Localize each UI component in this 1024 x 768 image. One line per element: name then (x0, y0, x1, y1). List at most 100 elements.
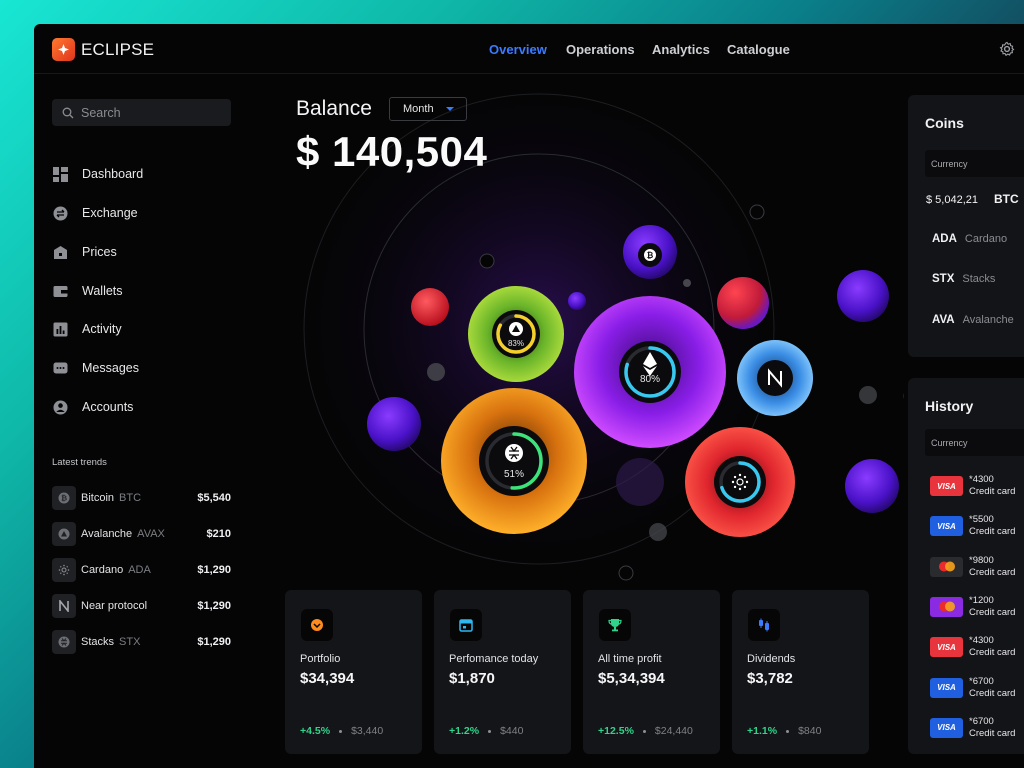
mastercard-icon (930, 556, 963, 577)
visa-card-icon: VISA (930, 476, 963, 496)
card-type: Credit card (969, 647, 1016, 659)
history-title: History (925, 398, 974, 414)
card-number: *1200 (969, 594, 994, 606)
period-dropdown-label: Month (403, 103, 434, 115)
search-bar[interactable] (52, 99, 231, 126)
near-bubble[interactable] (757, 360, 793, 396)
sidebar-item-accounts[interactable]: Accounts (52, 397, 133, 417)
bitcoin-icon: ₿ (52, 486, 76, 510)
sidebar-item-label: Accounts (82, 400, 134, 414)
avalanche-icon (52, 522, 76, 546)
visa-card-icon: VISA (930, 717, 963, 738)
eth-percent-label: 80% (640, 374, 660, 385)
trend-item-near-protocol[interactable]: Near protocol $1,290 (52, 594, 231, 618)
sidebar-item-exchange[interactable]: Exchange (52, 203, 138, 223)
stat-card-portfolio[interactable]: Portfolio $34,394 +4.5% $3,440 (285, 590, 422, 754)
portfolio-icon (301, 609, 333, 641)
wallet-icon (52, 283, 68, 299)
card-number: *5500 (969, 514, 994, 526)
stacks-icon (52, 630, 76, 654)
search-input[interactable] (81, 105, 221, 120)
balance-value: $ 140,504 (296, 128, 488, 175)
trophy-icon (599, 609, 631, 641)
card-type: Credit card (969, 606, 1016, 618)
eclipse-logo-icon (52, 38, 75, 61)
calendar-icon (450, 609, 482, 641)
svg-text:₿: ₿ (61, 494, 67, 503)
card-number: *4300 (969, 635, 994, 647)
stat-card-all-time-profit[interactable]: All time profit $5,34,394 +12.5% $24,440 (583, 590, 720, 754)
stx-icon (505, 444, 523, 462)
coin-row[interactable]: AVA Avalanche (932, 314, 1014, 326)
sidebar-item-wallets[interactable]: Wallets (52, 281, 123, 301)
balance-title: Balance (296, 97, 372, 120)
app-window: ECLIPSE Overview Operations Analytics Ca… (34, 24, 1024, 768)
history-row[interactable]: VISA *6700 Credit card (930, 714, 1015, 742)
mastercard-icon (930, 596, 963, 617)
sidebar-item-label: Wallets (82, 284, 123, 298)
trend-item-stacks[interactable]: Stacks STX $1,290 (52, 630, 231, 654)
history-panel: History Currency VISA *4300 Credit card VIS… (908, 378, 1024, 754)
coins-panel: Coins Currency $ 5,042,21 BTC ADA Cardano… (908, 95, 1024, 357)
sidebar-item-label: Activity (82, 322, 122, 336)
stat-card-performance[interactable]: Perfomance today $1,870 +1.2% $440 (434, 590, 571, 754)
search-icon (62, 107, 74, 118)
coins-title: Coins (925, 115, 964, 131)
prices-icon (52, 244, 68, 260)
latest-trends-title: Latest trends (52, 457, 107, 468)
sidebar-item-messages[interactable]: Messages (52, 358, 139, 378)
top-bar: ECLIPSE Overview Operations Analytics Ca… (34, 24, 1024, 74)
period-dropdown[interactable]: Month (389, 97, 467, 121)
card-type: Credit card (969, 687, 1016, 699)
card-number: *9800 (969, 554, 994, 566)
app-name: ECLIPSE (81, 40, 155, 59)
activity-icon (52, 321, 68, 337)
stat-card-dividends[interactable]: Dividends $3,782 +1.1% $840 (732, 590, 869, 754)
trend-item-avalanche[interactable]: Avalanche AVAX $210 (52, 522, 231, 546)
stx-bubble[interactable]: 51% (479, 426, 549, 496)
card-type: Credit card (969, 727, 1016, 739)
coin-row[interactable]: STX Stacks (932, 273, 995, 285)
card-number: *6700 (969, 675, 994, 687)
nav-operations[interactable]: Operations (566, 42, 635, 57)
accounts-icon (52, 399, 68, 415)
ada-bubble[interactable] (714, 456, 766, 508)
card-type: Credit card (969, 566, 1016, 578)
sidebar-item-dashboard[interactable]: Dashboard (52, 164, 143, 184)
cardano-icon (52, 558, 76, 582)
history-row[interactable]: *1200 Credit card (930, 593, 1015, 621)
coin-row-top[interactable]: $ 5,042,21 BTC (926, 192, 1019, 206)
history-row[interactable]: VISA *4300 Credit card (930, 633, 1015, 661)
eth-bubble[interactable]: 80% (619, 341, 681, 403)
btc-bubble[interactable]: ₿ (638, 243, 662, 267)
history-row[interactable]: VISA *5500 Credit card (930, 512, 1015, 540)
avax-icon (509, 322, 523, 336)
exchange-icon (52, 205, 68, 221)
coins-table-header: Currency (925, 150, 1024, 177)
messages-icon (52, 360, 68, 376)
sidebar-item-activity[interactable]: Activity (52, 319, 122, 339)
stx-percent-label: 51% (504, 469, 524, 480)
sidebar-item-prices[interactable]: Prices (52, 242, 117, 262)
history-row[interactable]: VISA *6700 Credit card (930, 674, 1015, 702)
trend-item-cardano[interactable]: Cardano ADA $1,290 (52, 558, 231, 582)
sidebar-item-label: Prices (82, 245, 117, 259)
sidebar-item-label: Messages (82, 361, 139, 375)
avax-bubble[interactable]: 83% (492, 310, 540, 358)
visa-card-icon: VISA (930, 637, 963, 658)
svg-text:₿: ₿ (647, 251, 654, 260)
coin-row[interactable]: ADA Cardano (932, 233, 1007, 245)
near-icon (52, 594, 76, 618)
visa-card-icon: VISA (930, 516, 963, 537)
nav-catalogue[interactable]: Catalogue (727, 42, 790, 57)
history-row[interactable]: VISA *4300 Credit card (930, 472, 1015, 500)
visa-card-icon: VISA (930, 677, 963, 698)
history-row[interactable]: *9800 Credit card (930, 553, 1015, 581)
nav-analytics[interactable]: Analytics (652, 42, 710, 57)
nav-overview[interactable]: Overview (489, 42, 547, 57)
gear-icon[interactable] (999, 41, 1015, 57)
trend-item-bitcoin[interactable]: ₿ Bitcoin BTC $5,540 (52, 486, 231, 510)
sidebar-item-label: Exchange (82, 206, 138, 220)
btc-icon: ₿ (644, 249, 656, 261)
dividends-icon (748, 609, 780, 641)
